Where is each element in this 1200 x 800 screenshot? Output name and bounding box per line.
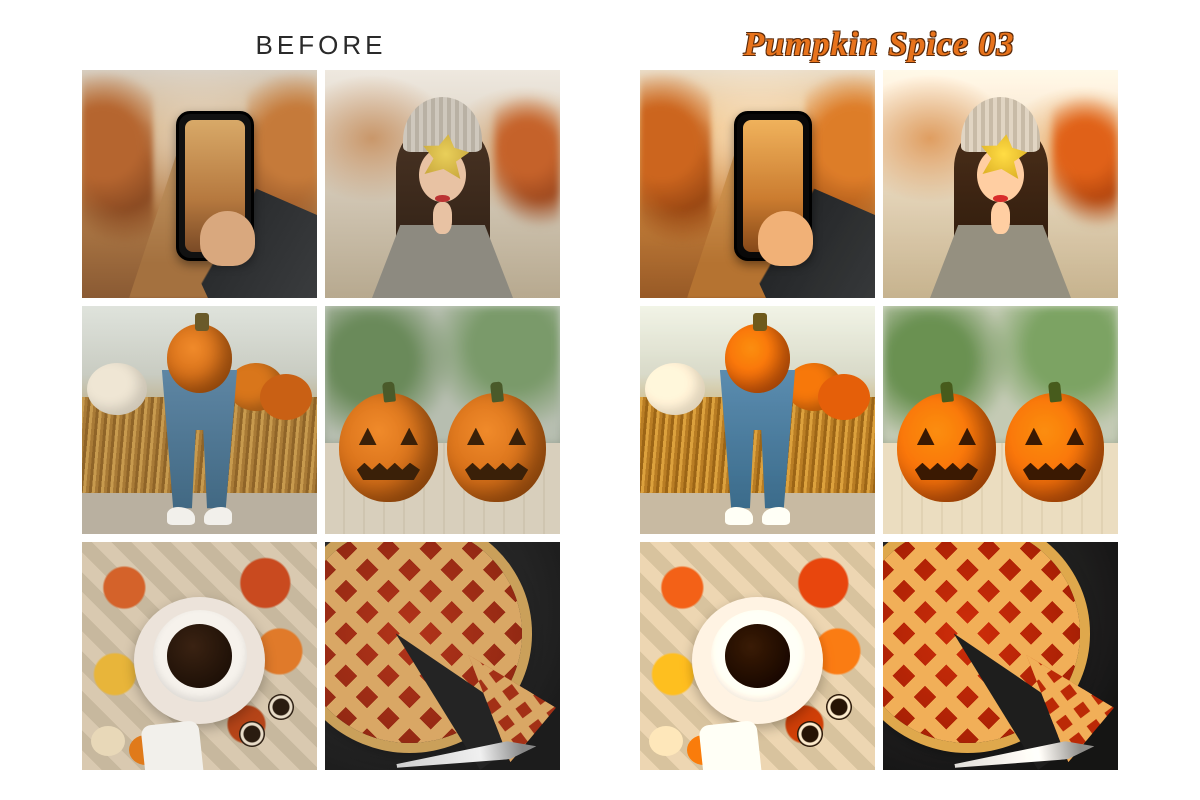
before-title: BEFORE bbox=[256, 30, 387, 61]
before-tile-coffee-flatlay bbox=[82, 542, 317, 770]
before-tile-jeans-pumpkin-hay bbox=[82, 306, 317, 534]
after-tile-lattice-pie bbox=[883, 542, 1118, 770]
after-title: Pumpkin Spice 03 bbox=[743, 26, 1014, 64]
before-tile-woman-leaf-face bbox=[325, 70, 560, 298]
after-grid bbox=[640, 70, 1118, 770]
before-panel: BEFORE bbox=[82, 20, 560, 770]
after-tile-coffee-flatlay bbox=[640, 542, 875, 770]
before-tile-phone-autumn-path bbox=[82, 70, 317, 298]
before-tile-jack-o-lanterns bbox=[325, 306, 560, 534]
before-grid bbox=[82, 70, 560, 770]
after-tile-jeans-pumpkin-hay bbox=[640, 306, 875, 534]
after-tile-phone-autumn-path bbox=[640, 70, 875, 298]
after-tile-jack-o-lanterns bbox=[883, 306, 1118, 534]
after-title-wrap: Pumpkin Spice 03 bbox=[743, 20, 1014, 70]
after-panel: Pumpkin Spice 03 bbox=[640, 20, 1118, 770]
before-tile-lattice-pie bbox=[325, 542, 560, 770]
before-title-wrap: BEFORE bbox=[256, 20, 387, 70]
after-tile-woman-leaf-face bbox=[883, 70, 1118, 298]
